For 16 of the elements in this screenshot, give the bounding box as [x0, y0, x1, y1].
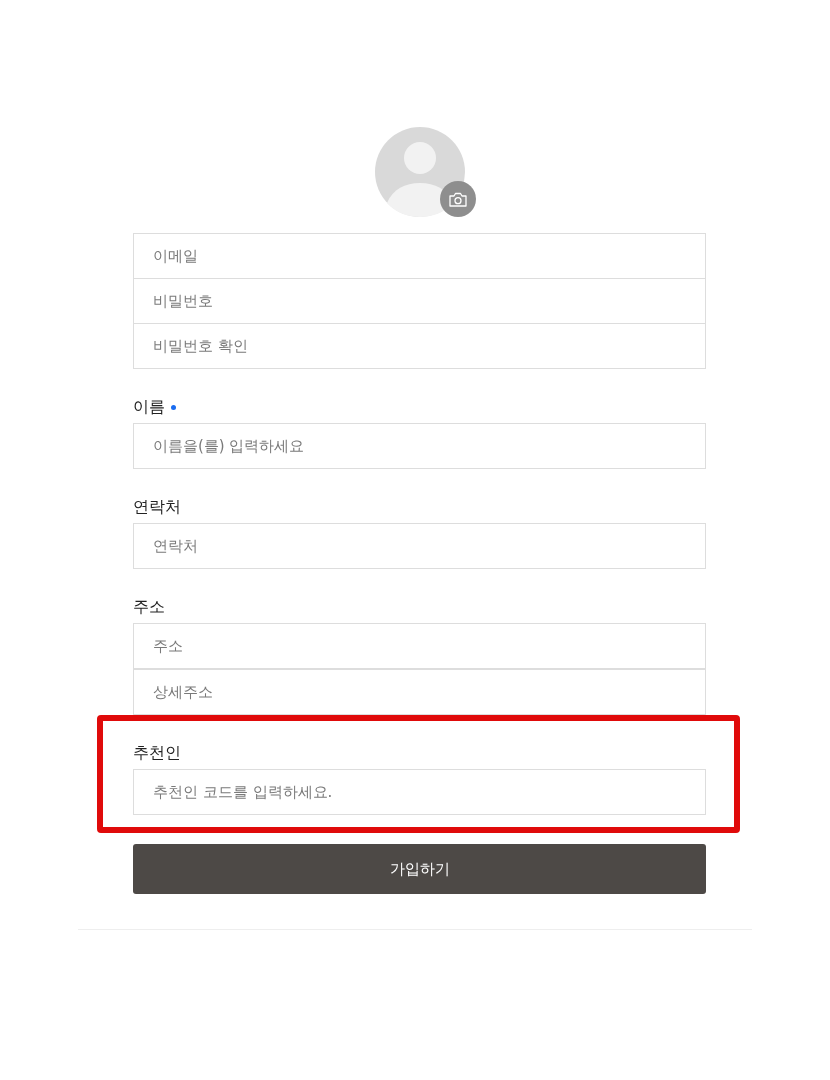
field-label: 이름	[133, 397, 165, 417]
signup-button[interactable]: 가입하기	[133, 844, 706, 894]
input-field[interactable]: 비밀번호 확인	[133, 323, 706, 369]
field-label: 연락처	[133, 497, 181, 517]
input-field[interactable]: 이름을(를) 입력하세요	[133, 423, 706, 469]
field-label: 주소	[133, 597, 165, 617]
input-field[interactable]: 주소	[133, 623, 706, 669]
avatar-icon	[374, 127, 465, 217]
camera-button[interactable]	[439, 181, 476, 217]
input-field[interactable]: 추천인 코드를 입력하세요.	[133, 769, 706, 815]
input-field[interactable]: 비밀번호	[133, 278, 706, 324]
input-field[interactable]: 이메일	[133, 233, 706, 279]
input-field[interactable]: 상세주소	[133, 669, 706, 715]
camera-icon	[448, 191, 467, 207]
field-label: 추천인	[133, 743, 181, 763]
input-field[interactable]: 연락처	[133, 523, 706, 569]
